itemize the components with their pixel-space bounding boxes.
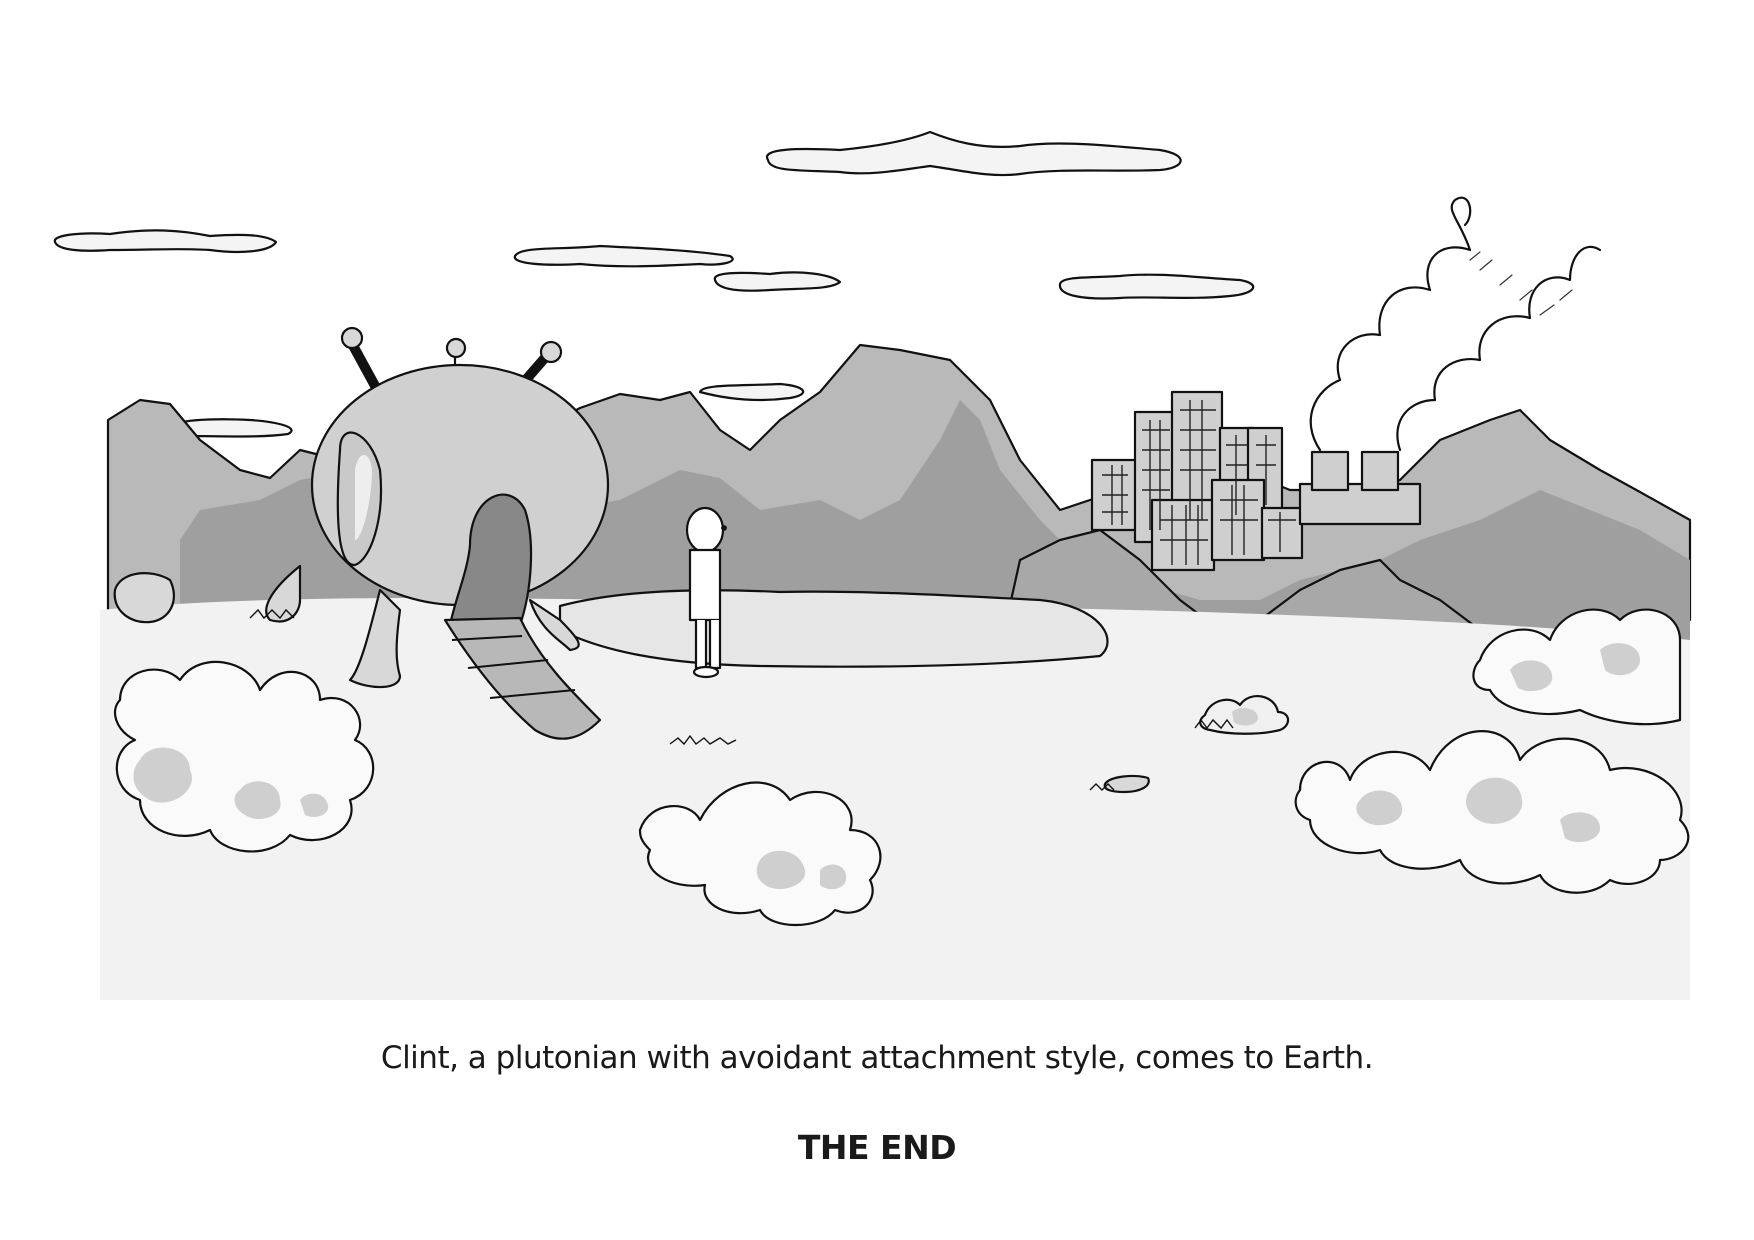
plain: [558, 589, 1109, 668]
comic-illustration: [53, 130, 1692, 1000]
city-icon: [1310, 450, 1350, 492]
rock-icon: [1103, 774, 1150, 794]
cloud-icon: [513, 244, 734, 268]
antenna-icon: [539, 340, 563, 364]
city-icon: [1150, 498, 1216, 572]
story-caption: Clint, a plutonian with avoidant attachm…: [380, 1040, 1374, 1076]
cloud-icon: [53, 229, 278, 254]
cloud-icon: [713, 271, 842, 292]
cloud-icon: [1058, 273, 1255, 300]
clouds: [53, 130, 1255, 438]
the-end-heading: THE END: [797, 1128, 957, 1167]
cloud-icon: [765, 130, 1182, 177]
character-icon: [685, 506, 725, 554]
city-icon: [1260, 506, 1304, 560]
antenna-icon: [340, 326, 364, 350]
smoke: [1309, 196, 1602, 452]
antenna-icon: [445, 337, 467, 359]
cloud-icon: [698, 382, 805, 402]
smoke-icon: [1309, 196, 1472, 452]
rock-icon: [113, 572, 175, 624]
city-icon: [1360, 450, 1400, 492]
